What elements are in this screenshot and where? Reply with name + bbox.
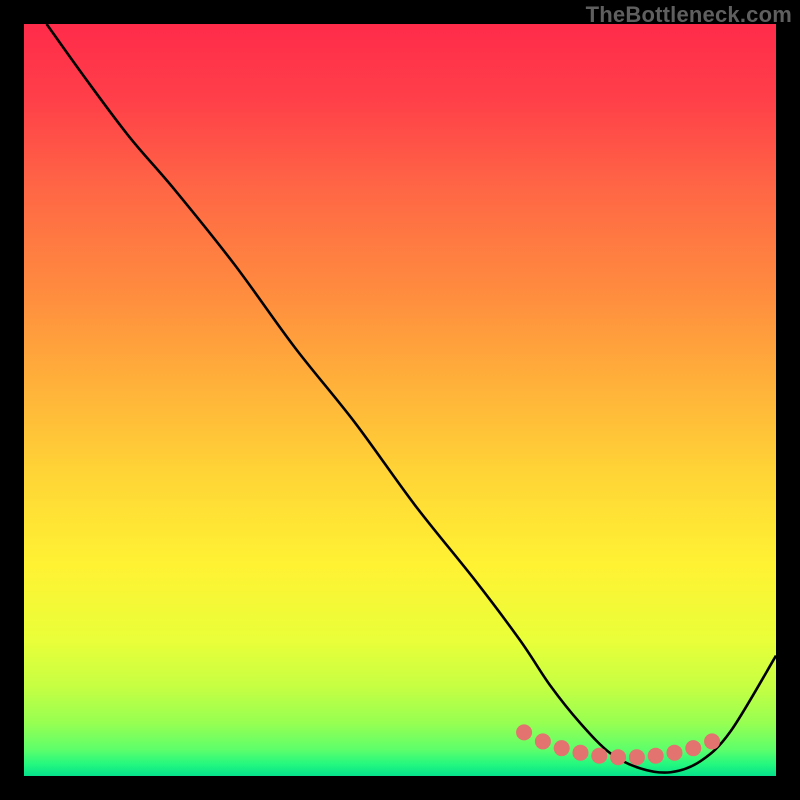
chart-highlight-dot <box>666 745 682 761</box>
chart-highlight-dot <box>629 749 645 765</box>
chart-highlight-dot <box>704 733 720 749</box>
chart-highlight-dot <box>554 740 570 756</box>
chart-background-gradient <box>24 24 776 776</box>
chart-highlight-dot <box>685 740 701 756</box>
chart-svg <box>24 24 776 776</box>
chart-highlight-dot <box>516 724 532 740</box>
watermark-text: TheBottleneck.com <box>586 2 792 28</box>
chart-highlight-dot <box>648 748 664 764</box>
chart-highlight-dot <box>535 733 551 749</box>
chart-highlight-dot <box>572 745 588 761</box>
chart-plot-area <box>24 24 776 776</box>
chart-highlight-dot <box>591 748 607 764</box>
chart-highlight-dot <box>610 749 626 765</box>
chart-container: TheBottleneck.com <box>0 0 800 800</box>
